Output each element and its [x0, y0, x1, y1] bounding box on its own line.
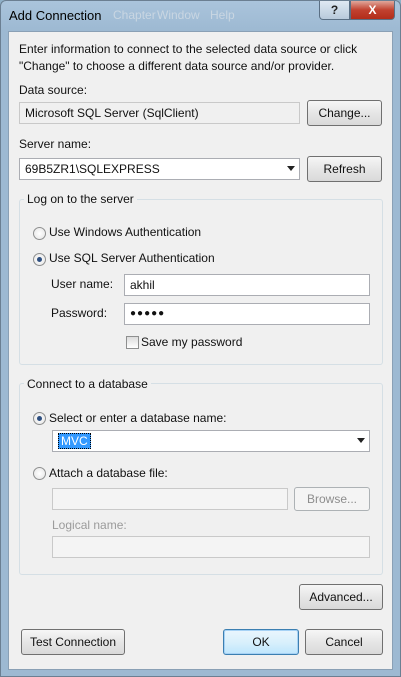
- windows-auth-label[interactable]: Use Windows Authentication: [49, 225, 201, 239]
- close-button[interactable]: X: [350, 1, 395, 20]
- dialog-body: Enter information to connect to the sele…: [8, 31, 393, 670]
- intro-text-line-2: "Change" to choose a different data sour…: [19, 59, 335, 73]
- database-name-value: MVC: [58, 433, 91, 449]
- windows-auth-radio[interactable]: [33, 227, 46, 240]
- title-bar[interactable]: Add Connection Chapter Window Help ? X: [1, 1, 400, 31]
- background-menu-chapter: Chapter: [113, 8, 156, 22]
- help-icon: ?: [330, 3, 339, 17]
- server-name-value: 69B5ZR1\SQLEXPRESS: [25, 162, 160, 176]
- attach-database-label[interactable]: Attach a database file:: [49, 466, 168, 480]
- help-button[interactable]: ?: [319, 1, 350, 20]
- server-name-label: Server name:: [19, 137, 92, 151]
- server-name-combobox[interactable]: 69B5ZR1\SQLEXPRESS: [19, 158, 300, 180]
- password-label: Password:: [51, 306, 108, 320]
- background-menu-window: Window: [157, 8, 200, 22]
- data-source-field: Microsoft SQL Server (SqlClient): [19, 102, 300, 124]
- user-name-label: User name:: [51, 277, 114, 291]
- password-input[interactable]: ●●●●●: [124, 303, 370, 325]
- test-connection-button[interactable]: Test Connection: [21, 629, 125, 655]
- chevron-down-icon[interactable]: [287, 166, 295, 171]
- database-group-title: Connect to a database: [24, 377, 151, 391]
- logical-name-label: Logical name:: [52, 518, 127, 532]
- save-password-checkbox[interactable]: [126, 336, 139, 349]
- refresh-button[interactable]: Refresh: [307, 156, 382, 182]
- add-connection-dialog: Add Connection Chapter Window Help ? X E…: [0, 0, 401, 677]
- select-database-radio[interactable]: [33, 412, 46, 425]
- data-source-label: Data source:: [19, 83, 88, 97]
- attach-file-input[interactable]: [52, 488, 288, 510]
- background-menu-help: Help: [210, 8, 235, 22]
- close-icon: X: [368, 3, 377, 17]
- save-password-label[interactable]: Save my password: [141, 335, 242, 349]
- database-name-combobox[interactable]: MVC: [52, 430, 370, 452]
- intro-text-line-1: Enter information to connect to the sele…: [19, 42, 358, 56]
- sql-auth-label[interactable]: Use SQL Server Authentication: [49, 251, 215, 265]
- user-name-input[interactable]: akhil: [124, 274, 370, 296]
- sql-auth-radio[interactable]: [33, 253, 46, 266]
- select-database-label[interactable]: Select or enter a database name:: [49, 411, 226, 425]
- logon-group-title: Log on to the server: [24, 192, 137, 206]
- attach-database-radio[interactable]: [33, 467, 46, 480]
- cancel-button[interactable]: Cancel: [305, 629, 383, 655]
- browse-button[interactable]: Browse...: [294, 487, 370, 511]
- change-button[interactable]: Change...: [307, 100, 382, 126]
- ok-button[interactable]: OK: [223, 629, 299, 655]
- logical-name-input[interactable]: [52, 536, 370, 558]
- window-title: Add Connection: [9, 8, 102, 23]
- advanced-button[interactable]: Advanced...: [299, 584, 383, 610]
- chevron-down-icon[interactable]: [357, 438, 365, 443]
